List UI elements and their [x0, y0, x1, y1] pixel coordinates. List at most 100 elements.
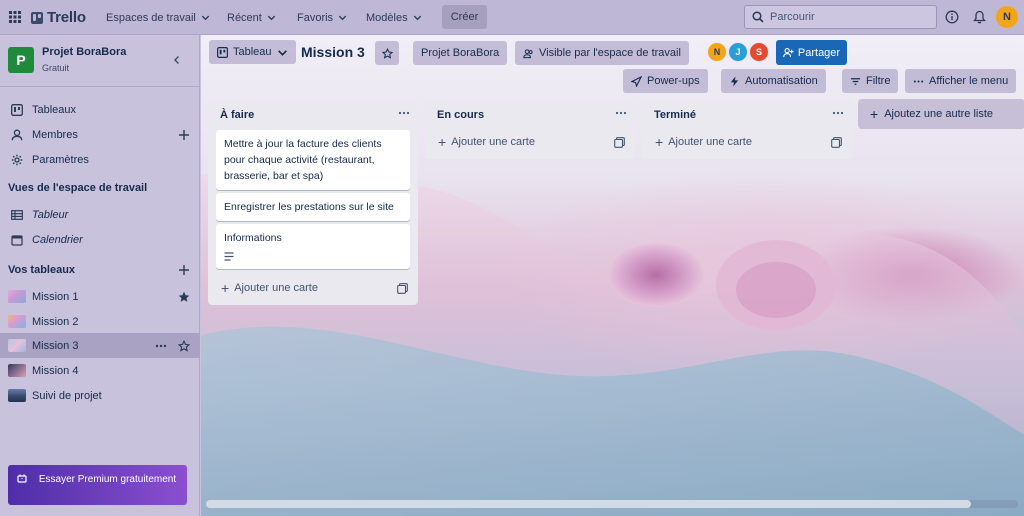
list-title[interactable]: À faire [220, 109, 254, 121]
search-box[interactable] [744, 5, 937, 29]
table-icon [11, 209, 23, 220]
nav-favorites-menu[interactable]: Favoris [292, 6, 352, 29]
card-template-icon[interactable] [397, 283, 408, 294]
add-card-button[interactable]: + Ajouter une carte [433, 131, 535, 153]
sidebar-item-boards[interactable]: Tableaux [0, 97, 200, 122]
sidebar-item-label: Calendrier [32, 233, 83, 246]
search-icon [752, 11, 764, 23]
nav-templates-menu[interactable]: Modèles [361, 6, 427, 29]
plus-icon: + [221, 280, 230, 296]
sidebar-board-label: Mission 2 [32, 315, 79, 328]
card[interactable]: Mettre à jour la facture des clients pou… [216, 130, 410, 190]
visibility-button[interactable]: Visible par l'espace de travail [515, 41, 689, 65]
workspace-button[interactable]: Projet BoraBora [413, 41, 508, 65]
sidebar-board-project-tracking[interactable]: Suivi de projet [0, 383, 200, 408]
nav-workspaces-menu[interactable]: Espaces de travail [101, 6, 215, 29]
view-switcher-button[interactable]: Tableau [209, 40, 296, 64]
workspace-name[interactable]: Projet BoraBora [42, 46, 126, 58]
star-board-button[interactable] [375, 41, 399, 65]
show-menu-button[interactable]: Afficher le menu [905, 69, 1017, 93]
sidebar-item-settings[interactable]: Paramètres [0, 147, 200, 172]
trello-logo[interactable]: Trello [31, 9, 86, 26]
user-avatar[interactable]: N [996, 6, 1018, 28]
powerups-button[interactable]: Power-ups [623, 69, 708, 93]
nav-workspaces-label: Espaces de travail [106, 11, 196, 24]
app-name: Trello [47, 9, 86, 26]
add-list-label: Ajoutez une autre liste [884, 108, 994, 120]
share-label: Partager [797, 46, 841, 59]
premium-icon [17, 474, 27, 483]
board-actions-bar: Power-ups Automatisation Filtre Afficher… [201, 68, 1024, 96]
sidebar-board-label: Mission 3 [32, 339, 79, 352]
chevron-down-icon [413, 15, 421, 21]
lightning-icon [730, 75, 739, 87]
powerups-label: Power-ups [647, 75, 700, 87]
create-button[interactable]: Créer [442, 5, 487, 29]
sidebar-board-mission-3[interactable]: Mission 3 [0, 333, 200, 358]
star-outline-icon [381, 47, 393, 59]
add-list-button[interactable]: + Ajoutez une autre liste [858, 99, 1024, 129]
sidebar-item-table-view[interactable]: Tableur [0, 202, 200, 227]
notifications-bell-icon[interactable] [973, 10, 986, 24]
nav-recent-menu[interactable]: Récent [222, 6, 281, 29]
rocket-icon [631, 75, 642, 87]
card-template-icon[interactable] [831, 137, 842, 148]
nav-recent-label: Récent [227, 11, 262, 24]
more-options-icon[interactable] [398, 108, 410, 118]
member-avatar[interactable]: N [707, 42, 727, 62]
star-filled-icon[interactable] [178, 291, 190, 303]
chevron-down-icon [338, 15, 347, 21]
board-canvas: Tableau Mission 3 Projet BoraBora Visibl… [201, 35, 1024, 516]
add-person-icon [783, 48, 794, 58]
card-title: Informations [224, 232, 282, 244]
sidebar-item-calendar-view[interactable]: Calendrier [0, 227, 200, 252]
automation-button[interactable]: Automatisation [721, 69, 826, 93]
search-input[interactable] [770, 11, 920, 23]
scrollbar-thumb[interactable] [206, 500, 971, 508]
list-title[interactable]: Terminé [654, 109, 696, 121]
visibility-label: Visible par l'espace de travail [539, 47, 681, 59]
more-options-icon[interactable] [155, 340, 167, 352]
filter-button[interactable]: Filtre [842, 69, 899, 93]
list-title[interactable]: En cours [437, 109, 484, 121]
board-header: Tableau Mission 3 Projet BoraBora Visibl… [201, 35, 1024, 70]
filter-label: Filtre [866, 75, 891, 87]
more-options-icon[interactable] [832, 108, 844, 118]
add-board-plus-icon[interactable] [178, 264, 190, 276]
workspace-logo[interactable]: P [8, 47, 34, 73]
add-member-plus-icon[interactable] [178, 129, 190, 141]
workspace-views-title: Vues de l'espace de travail [8, 182, 148, 194]
add-card-button[interactable]: + Ajouter une carte [650, 131, 752, 153]
info-icon[interactable] [945, 10, 959, 24]
top-navigation-bar: Trello Espaces de travail Récent Favoris… [0, 0, 1024, 35]
add-card-label: Ajouter une carte [668, 136, 752, 148]
board-thumbnail [8, 339, 26, 352]
add-card-button[interactable]: + Ajouter une carte [216, 277, 318, 299]
board-title[interactable]: Mission 3 [301, 44, 365, 60]
horizontal-scrollbar[interactable] [206, 500, 1018, 508]
member-avatar[interactable]: J [728, 42, 748, 62]
sidebar-board-mission-1[interactable]: Mission 1 [0, 284, 200, 309]
board-icon [11, 103, 23, 116]
try-premium-button[interactable]: Essayer Premium gratuitement [8, 465, 187, 505]
try-premium-label: Essayer Premium gratuitement [38, 474, 177, 485]
share-button[interactable]: Partager [776, 40, 847, 65]
card[interactable]: Informations [216, 224, 410, 269]
add-card-label: Ajouter une carte [234, 282, 318, 294]
star-outline-icon[interactable] [178, 339, 190, 352]
nav-favorites-label: Favoris [297, 11, 334, 24]
sidebar-item-members[interactable]: Membres [0, 122, 200, 147]
your-boards-title: Vos tableaux [8, 264, 76, 276]
member-avatar[interactable]: S [749, 42, 769, 62]
more-options-icon[interactable] [615, 108, 627, 118]
sidebar-board-mission-4[interactable]: Mission 4 [0, 358, 200, 383]
list-in-progress: En cours + Ajouter une carte [425, 99, 635, 159]
plus-icon: + [870, 106, 879, 122]
list-todo: À faire Mettre à jour la facture des cli… [208, 99, 418, 305]
card-template-icon[interactable] [614, 137, 625, 148]
card[interactable]: Enregistrer les prestations sur le site [216, 193, 410, 221]
sidebar-board-mission-2[interactable]: Mission 2 [0, 309, 200, 334]
board-icon [217, 46, 228, 58]
apps-grid-icon[interactable] [9, 11, 21, 23]
chevron-left-icon[interactable] [172, 55, 182, 65]
